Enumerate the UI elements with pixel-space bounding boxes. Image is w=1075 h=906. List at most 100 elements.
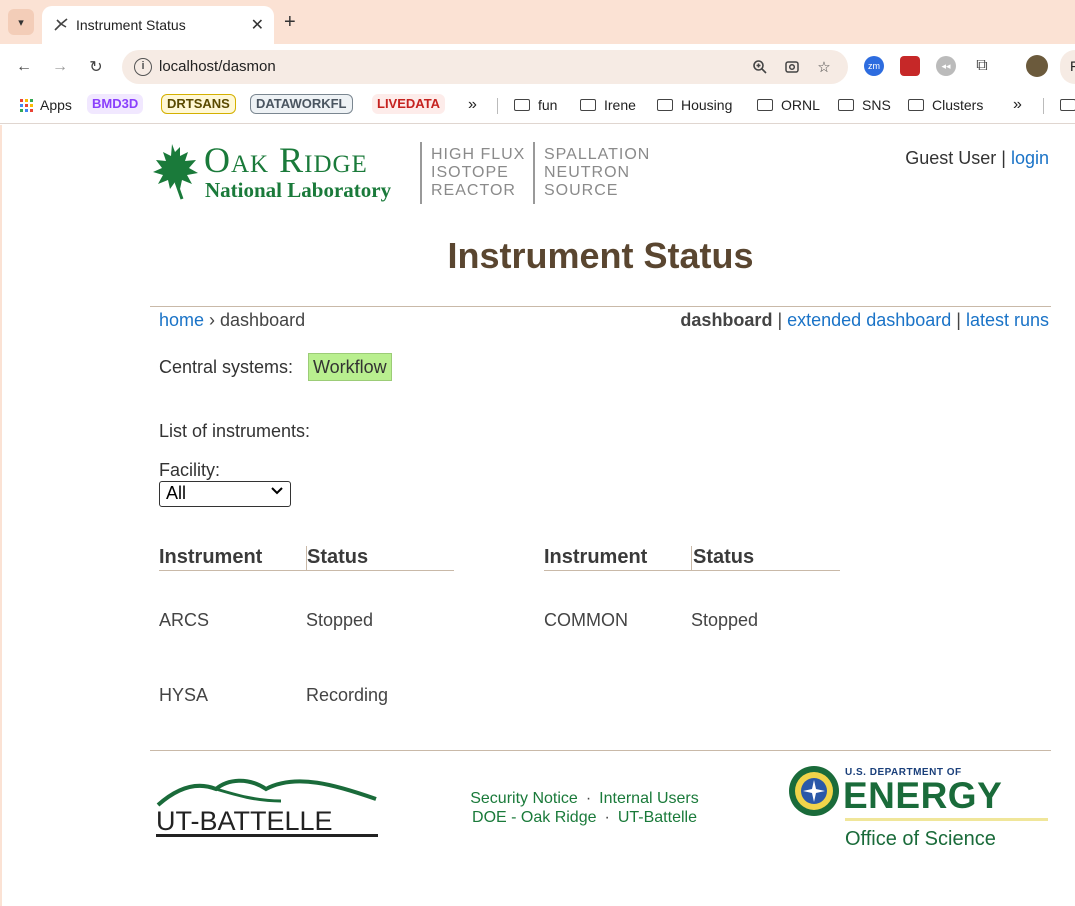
reload-icon[interactable]: ↻: [85, 56, 107, 78]
login-link[interactable]: login: [1011, 148, 1049, 168]
workflow-status-badge[interactable]: Workflow: [308, 353, 392, 381]
folder-icon: [657, 99, 673, 111]
bookmark-livedata[interactable]: LIVEDATA: [372, 94, 446, 114]
breadcrumb: home › dashboard: [159, 310, 305, 331]
oak-leaf-icon: [153, 144, 198, 200]
folder-icon: [580, 99, 596, 111]
browser-tab[interactable]: Instrument Status ✕: [42, 6, 274, 44]
folder-icon: [757, 99, 773, 111]
new-tab-icon[interactable]: +: [284, 10, 296, 34]
facility-selected-value: All: [166, 483, 187, 503]
view-current: dashboard: [680, 310, 773, 330]
forward-icon[interactable]: →: [49, 56, 71, 78]
doe-seal-icon: [789, 766, 839, 816]
bookmark-folder-clusters[interactable]: Clusters: [908, 94, 983, 116]
doe-oak-ridge-link[interactable]: DOE - Oak Ridge: [472, 809, 596, 826]
sns-label: SPALLATION NEUTRON SOURCE: [544, 146, 651, 199]
ut-battelle-link[interactable]: UT-Battelle: [618, 809, 697, 826]
more-bookmarks-icon[interactable]: »: [468, 94, 477, 116]
breadcrumb-home-link[interactable]: home: [159, 310, 204, 330]
doe-divider: [845, 818, 1048, 821]
central-systems-label: Central systems:: [159, 357, 294, 377]
bookmark-separator: [497, 98, 498, 114]
address-bar[interactable]: i localhost/dasmon ☆: [122, 50, 848, 84]
folder-icon: [514, 99, 530, 111]
ornl-name: Oak Ridge: [204, 140, 368, 180]
zoom-icon[interactable]: [750, 57, 770, 77]
footer-links: Security Notice · Internal Users DOE - Oak…: [470, 790, 699, 826]
doe-energy-label: ENERGY: [843, 775, 1003, 816]
breadcrumb-separator: ›: [204, 310, 221, 330]
ut-battelle-logo: UT-BATTELLE: [156, 778, 378, 837]
instrument-link-common[interactable]: COMMON: [544, 610, 628, 631]
back-icon[interactable]: ←: [13, 56, 35, 78]
column-header-instrument: Instrument: [159, 546, 263, 568]
favicon-icon: [52, 16, 70, 34]
browser-toolbar: ← → ↻ i localhost/dasmon ☆ zm ◂◂ ⧉ F: [0, 44, 1075, 90]
close-tab-icon[interactable]: ✕: [251, 15, 264, 35]
folder-icon: [908, 99, 924, 111]
lens-icon[interactable]: [782, 57, 802, 77]
bookmark-drtsans[interactable]: DRTSANS: [161, 94, 236, 114]
instrument-link-hysa[interactable]: HYSA: [159, 685, 208, 706]
latest-runs-link[interactable]: latest runs: [966, 310, 1049, 330]
column-header-instrument: Instrument: [544, 546, 648, 568]
bookmark-folder-ornl[interactable]: ORNL: [757, 94, 820, 116]
view-nav: dashboard | extended dashboard | latest …: [680, 310, 1049, 330]
instrument-status: Stopped: [306, 610, 374, 630]
internal-users-link[interactable]: Internal Users: [599, 790, 699, 807]
bookmark-apps-label: Apps: [40, 97, 72, 113]
folder-icon: [838, 99, 854, 111]
ornl-subname: National Laboratory: [205, 178, 392, 202]
guest-user-label: Guest User: [905, 148, 997, 168]
zoom-extension-icon[interactable]: zm: [864, 56, 884, 76]
tab-search-button[interactable]: ▾: [8, 9, 34, 35]
bookmark-bmd3d[interactable]: BMD3D: [87, 94, 144, 114]
instrument-link-arcs[interactable]: ARCS: [159, 610, 209, 631]
divider: [150, 306, 1051, 307]
extensions-puzzle-icon[interactable]: ⧉: [972, 56, 992, 76]
bookmarks-bar: Apps BMD3D DRTSANS DATAWORKFL LIVEDATA »…: [0, 90, 1075, 124]
apps-grid-icon: [20, 98, 33, 112]
security-notice-link[interactable]: Security Notice: [470, 790, 578, 807]
rewind-extension-icon[interactable]: ◂◂: [936, 56, 956, 76]
user-area: Guest User | login: [905, 148, 1049, 168]
bookmark-folder-fun[interactable]: fun: [514, 94, 557, 116]
ut-battelle-logo-text: UT-BATTELLE: [156, 806, 333, 836]
bookmark-star-icon[interactable]: ☆: [814, 57, 834, 77]
bookmark-folder-housing[interactable]: Housing: [657, 94, 732, 116]
facility-select[interactable]: All: [159, 481, 291, 507]
book-extension-icon[interactable]: [900, 56, 920, 76]
column-header-status: Status: [693, 546, 755, 568]
profile-avatar[interactable]: [1026, 55, 1048, 77]
hfir-label: HIGH FLUX ISOTOPE REACTOR: [431, 146, 526, 199]
tab-title: Instrument Status: [76, 17, 186, 33]
folder-icon: [1060, 99, 1075, 111]
facility-label: Facility:: [159, 460, 221, 480]
page-content: Oak Ridge National Laboratory HIGH FLUX …: [0, 125, 1075, 906]
column-header-status: Status: [307, 546, 369, 568]
extended-dashboard-link[interactable]: extended dashboard: [787, 310, 951, 330]
column-divider: [691, 546, 692, 570]
bookmark-apps[interactable]: Apps: [20, 94, 72, 116]
divider: [420, 142, 422, 204]
bookmark-folder-overflow[interactable]: [1060, 94, 1075, 116]
instrument-status: Recording: [306, 685, 389, 705]
footer-divider: [150, 750, 1051, 751]
doe-office-label: Office of Science: [845, 828, 996, 850]
more-bookmarks-icon[interactable]: »: [1013, 94, 1022, 116]
page-title: Instrument Status: [447, 235, 754, 276]
profile-button[interactable]: F: [1060, 50, 1075, 84]
divider: [533, 142, 535, 204]
instrument-status: Stopped: [691, 610, 759, 630]
bookmark-folder-sns[interactable]: SNS: [838, 94, 891, 116]
url-text[interactable]: localhost/dasmon: [159, 58, 276, 75]
table-header-line: [159, 570, 454, 571]
bookmark-dataworkfl[interactable]: DATAWORKFL: [250, 94, 353, 114]
browser-tabstrip: ▾ Instrument Status ✕ +: [0, 0, 1075, 44]
table-header-line: [544, 570, 840, 571]
site-info-icon[interactable]: i: [134, 58, 152, 76]
chevron-down-icon: [270, 483, 284, 500]
bookmark-folder-irene[interactable]: Irene: [580, 94, 636, 116]
list-of-instruments-label: List of instruments:: [159, 421, 311, 441]
